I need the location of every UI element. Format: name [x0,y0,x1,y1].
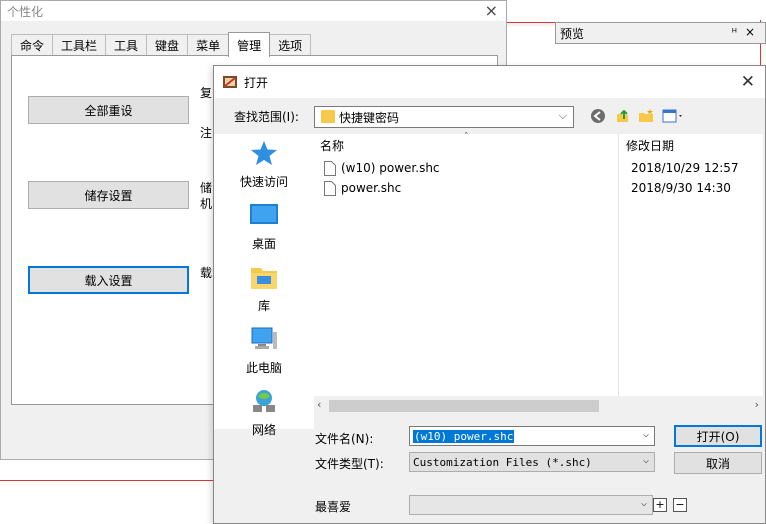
background-window-edge [505,22,555,26]
preview-pane-header: 预览 ᵸ × [555,22,766,44]
back-icon[interactable] [589,108,607,126]
folder-icon [321,110,335,123]
computer-icon [251,327,277,349]
file-name: (w10) power.shc [341,161,440,175]
file-icon [324,180,336,196]
scroll-right-icon[interactable]: › [755,398,759,411]
place-this-pc[interactable]: 此电脑 [214,326,314,376]
library-icon [251,268,277,289]
horizontal-scrollbar[interactable]: ‹ › [314,396,763,416]
load-settings-button[interactable]: 载入设置 [28,266,189,294]
network-icon [253,390,275,412]
reset-note: 注 [200,126,213,140]
star-icon [251,141,277,165]
place-quick-access[interactable]: 快速访问 [214,140,314,190]
app-icon [223,76,237,88]
tab-keyboard[interactable]: 键盘 [146,34,189,56]
desktop-icon [250,204,278,224]
file-row[interactable]: power.shc 2018/9/30 14:30 [324,178,759,198]
screen: 个性化 × 命令 工具栏 工具 键盘 菜单 管理 选项 全部重设 储存设置 载入… [0,0,766,524]
sort-indicator-icon: ˄ [464,132,469,142]
column-modified-label: 修改日期 [626,138,675,153]
file-modified: 2018/9/30 14:30 [631,181,731,195]
filetype-dropdown[interactable]: Customization Files (*.shc) ⌵ [409,452,655,472]
tab-tools[interactable]: 工具 [105,34,148,56]
remove-favorite-button[interactable]: − [673,498,687,512]
places-bar: 快速访问 桌面 库 此电脑 网络 [214,134,314,437]
close-icon[interactable]: × [745,25,755,39]
look-in-dropdown[interactable]: 快捷键密码 ⌵ [314,106,574,128]
preview-title: 预览 [560,26,585,41]
column-header-name[interactable]: 名称 [320,134,344,156]
reset-description: 复 [200,86,213,100]
personalize-titlebar: 个性化 × [1,1,506,21]
pin-icon[interactable]: ᵸ [732,26,737,39]
scroll-left-icon[interactable]: ‹ [317,398,321,411]
file-modified: 2018/10/29 12:57 [631,161,739,175]
scrollbar-thumb[interactable] [329,400,599,412]
favorites-label: 最喜爱 [315,500,352,514]
up-folder-icon[interactable] [613,108,631,126]
file-name: power.shc [341,181,402,195]
add-favorite-button[interactable]: + [653,498,667,512]
open-dialog-titlebar: 打开 ✕ [214,66,765,98]
tab-commands[interactable]: 命令 [11,34,54,56]
place-desktop-label: 桌面 [251,237,276,251]
filetype-value: Customization Files (*.shc) [413,455,592,469]
personalize-title: 个性化 [7,4,44,19]
open-dialog-title: 打开 [244,75,269,90]
personalize-tabs: 命令 工具栏 工具 键盘 菜单 管理 选项 [11,32,312,57]
file-row[interactable]: (w10) power.shc 2018/10/29 12:57 [324,158,759,178]
tab-menus[interactable]: 菜单 [187,34,230,56]
look-in-value: 快捷键密码 [339,110,400,125]
background-window-edge-bottom [0,480,220,484]
filetype-label: 文件类型(T): [315,457,384,471]
filename-label: 文件名(N): [315,432,374,446]
place-this-pc-label: 此电脑 [245,361,282,375]
cancel-button[interactable]: 取消 [674,452,762,474]
open-file-dialog: 打开 ✕ 查找范围(I): 快捷键密码 ⌵ 快速访问 桌面 库 此电脑 网络 名… [213,65,766,524]
chevron-down-icon: ⌵ [642,455,649,466]
tab-manage[interactable]: 管理 [228,32,271,57]
tab-options[interactable]: 选项 [269,34,312,56]
column-name-label: 名称 [320,138,345,153]
chevron-down-icon[interactable]: ⌵ [643,429,649,440]
place-network-label: 网络 [251,423,276,437]
file-list: 名称 ˄ 修改日期 (w10) power.shc 2018/10/29 12:… [314,132,763,416]
close-icon[interactable]: × [485,1,498,20]
filename-input[interactable]: (w10) power.shc ⌵ [409,426,655,446]
navigation-toolbar [589,108,685,126]
place-libraries[interactable]: 库 [214,264,314,314]
save-settings-button[interactable]: 储存设置 [28,181,189,209]
place-quick-access-label: 快速访问 [239,175,288,189]
view-menu-icon[interactable] [661,108,685,126]
open-button[interactable]: 打开(O) [674,425,762,447]
reset-all-button[interactable]: 全部重设 [28,96,189,124]
load-description: 载 [200,266,213,280]
tab-toolbars[interactable]: 工具栏 [52,34,107,56]
save-description: 储 [200,181,213,195]
column-header-modified[interactable]: 修改日期 [626,134,674,156]
save-description-2: 机 [200,197,213,211]
new-folder-icon[interactable] [637,108,655,126]
place-libraries-label: 库 [257,299,270,313]
favorites-dropdown[interactable]: ⌵ [409,495,653,515]
file-icon [324,160,336,176]
close-icon[interactable]: ✕ [741,72,755,92]
chevron-down-icon: ⌵ [640,498,647,509]
look-in-label: 查找范围(I): [234,110,299,124]
chevron-down-icon: ⌵ [558,109,567,122]
place-desktop[interactable]: 桌面 [214,202,314,252]
filename-value: (w10) power.shc [413,429,515,443]
place-network[interactable]: 网络 [214,388,314,438]
